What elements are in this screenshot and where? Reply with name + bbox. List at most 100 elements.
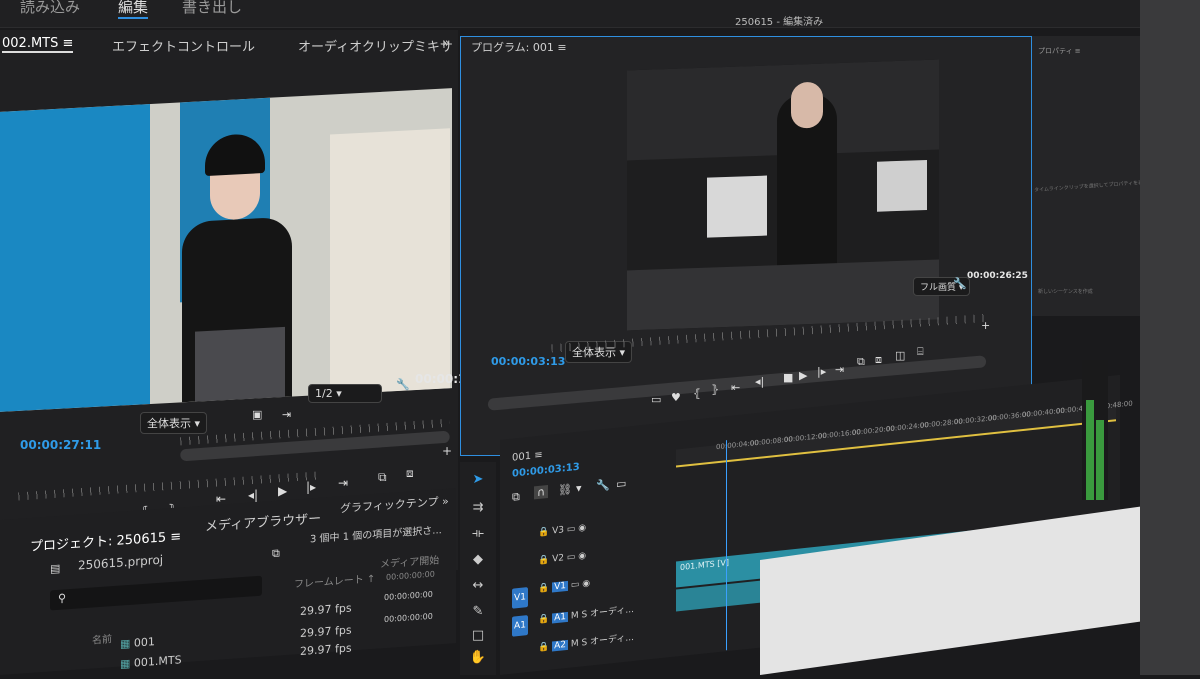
rectangle-tool-icon[interactable]: □ (468, 626, 488, 646)
new-bin-icon[interactable]: ⧉ (272, 546, 280, 561)
step-back-icon[interactable]: ◂| (248, 488, 258, 502)
track-label: V3 (552, 525, 564, 537)
column-name[interactable]: 名前 (92, 630, 112, 646)
program-wrench-icon[interactable]: 🔧 (953, 277, 967, 290)
ripple-edit-tool-icon[interactable]: ⟛ (468, 524, 488, 544)
timeline-wrench-icon[interactable]: 🔧 (596, 478, 610, 492)
source-timecode-in[interactable]: 00:00:27:11 (20, 438, 101, 452)
project-row-clip-1[interactable]: ▦ 001.MTS (120, 653, 182, 670)
play-icon[interactable]: ▶ (278, 484, 287, 498)
tab-import[interactable]: 読み込み (20, 0, 80, 17)
program-step-forward-icon[interactable]: |▸ (817, 365, 826, 378)
tab-edit[interactable]: 編集 (118, 0, 149, 19)
slip-tool-icon[interactable]: ↔ (468, 576, 488, 596)
program-timecode-out: 00:00:26:25 (967, 271, 1028, 281)
track-label[interactable]: A2 (552, 639, 568, 652)
captions-icon[interactable]: ▭ (616, 477, 626, 491)
program-video-frame (627, 59, 939, 331)
program-go-to-in-icon[interactable]: ⇤ (731, 381, 740, 394)
program-timecode-in[interactable]: 00:00:03:13 (491, 355, 565, 368)
settings-square-icon[interactable]: ▣ (252, 408, 262, 421)
add-marker-icon[interactable]: ▾ (576, 481, 582, 495)
program-mark-out-icon[interactable]: ⦄ (711, 383, 719, 396)
marker-heart-icon[interactable]: ♥ (671, 391, 681, 404)
selection-tool-icon[interactable]: ➤ (468, 470, 488, 490)
clip-label: 001.MTS [V] (680, 557, 729, 573)
document-title: 250615 - 編集済み (735, 17, 824, 28)
playhead[interactable] (726, 440, 727, 651)
project-row-sequence[interactable]: ▦ 001 (120, 635, 155, 650)
tab-project[interactable]: プロジェクト: 250615 ≡ (30, 525, 181, 555)
tab-more-chevron[interactable]: » (442, 36, 450, 51)
search-icon: ⚲ (58, 591, 67, 605)
program-step-back-icon[interactable]: ◂| (755, 375, 764, 388)
overwrite-icon[interactable]: ⧈ (406, 466, 414, 481)
source-patch-v1[interactable]: V1 (512, 587, 528, 609)
tab-graphics-templates[interactable]: グラフィックテンプ » (340, 493, 449, 517)
track-label[interactable]: V1 (552, 580, 568, 593)
source-video-frame (0, 88, 452, 412)
tab-export[interactable]: 書き出し (182, 0, 242, 17)
track-header-v2: 🔒 V2 ▭ ◉ (538, 550, 587, 567)
track-header-v1: 🔒 V1 ▭ ◉ (538, 578, 591, 595)
column-media-start[interactable]: メディア開始 (380, 551, 439, 570)
program-add-button-icon[interactable]: + (981, 319, 990, 332)
program-title[interactable]: プログラム: 001 ≡ (471, 39, 567, 55)
project-file-icon: ▤ (50, 561, 61, 576)
pen-tool-icon[interactable]: ✎ (468, 602, 488, 622)
header-start-value: 00:00:00:00 (386, 569, 435, 583)
sequence-icon: ▦ (120, 636, 131, 651)
add-button-icon[interactable]: + (442, 444, 452, 458)
program-stop-icon[interactable]: ■ (783, 371, 793, 384)
source-zoom-dropdown[interactable]: 全体表示 ▾ (140, 412, 208, 434)
row-start: 00:00:00:00 (384, 611, 433, 625)
program-play-icon[interactable]: ▶ (799, 369, 807, 382)
source-time-ruler[interactable] (18, 471, 318, 501)
program-go-to-out-icon[interactable]: ⇥ (835, 363, 844, 376)
nest-icon[interactable]: ⧉ (512, 490, 520, 505)
tab-effect-controls[interactable]: エフェクトコントロール (112, 36, 255, 55)
program-mark-in-icon[interactable]: ⦃ (693, 387, 701, 400)
step-forward-icon[interactable]: ⇥ (282, 408, 291, 421)
timeline-timecode[interactable]: 00:00:03:13 (512, 462, 580, 480)
column-framerate[interactable]: フレームレート ↑ (294, 570, 375, 591)
track-label: V2 (552, 553, 564, 565)
hand-tool-icon[interactable]: ✋ (468, 648, 488, 668)
tab-audio-clip-mixer[interactable]: オーディオクリップミキサ (298, 36, 453, 55)
go-to-out-icon[interactable]: ⇥ (338, 476, 348, 490)
properties-title[interactable]: プロパティ ≡ (1038, 46, 1081, 56)
source-monitor-panel: 002.MTS ≡ エフェクトコントロール オーディオクリップミキサ » 00:… (0, 30, 488, 570)
razor-tool-icon[interactable]: ◆ (468, 550, 488, 570)
linked-selection-icon[interactable]: ⛓ (558, 482, 572, 496)
new-sequence-link[interactable]: 新しいシーケンスを作成 (1038, 288, 1093, 295)
tools-panel: ➤ ⇉ ⟛ ◆ ↔ ✎ □ ✋ (460, 462, 496, 675)
track-header-a1: 🔒 A1 M S オーディ... (538, 604, 634, 626)
step-forward-frame-icon[interactable]: |▸ (306, 480, 316, 494)
workspace-bar: 読み込み 編集 書き出し 250615 - 編集済み (0, 0, 1200, 28)
tab-source[interactable]: 002.MTS ≡ (2, 36, 74, 53)
camera-icon[interactable]: ⌸ (917, 345, 924, 359)
project-search-input[interactable] (50, 575, 262, 611)
resolution-dropdown[interactable]: 1/2 ▾ (308, 384, 382, 403)
audio-track-name: オーディ... (590, 632, 634, 648)
source-patch-a1[interactable]: A1 (512, 615, 528, 637)
row-name: 001.MTS (133, 653, 182, 670)
row-start: 00:00:00:00 (384, 589, 433, 603)
project-file-name: 250615.prproj (78, 552, 164, 573)
wrench-icon[interactable]: 🔧 (396, 378, 410, 391)
marker-icon[interactable]: ▭ (651, 393, 661, 406)
track-select-tool-icon[interactable]: ⇉ (468, 498, 488, 518)
camera-equipment (707, 175, 767, 238)
tab-media-browser[interactable]: メディアブラウザー (205, 508, 321, 535)
row-name: 001 (133, 635, 155, 650)
lift-icon[interactable]: ⧉ (857, 355, 865, 369)
extract-icon[interactable]: ⧈ (875, 353, 882, 367)
track-label[interactable]: A1 (552, 611, 568, 624)
export-frame-icon[interactable]: ◫ (895, 349, 905, 362)
sequence-tab[interactable]: 001 ≡ (512, 450, 543, 464)
snap-icon[interactable]: ∩ (534, 484, 549, 500)
track-header-a2: 🔒 A2 M S オーディ... (538, 632, 634, 654)
audio-track-name: オーディ... (590, 604, 634, 620)
row-fps: 29.97 fps (300, 601, 352, 619)
insert-icon[interactable]: ⧉ (378, 470, 387, 485)
